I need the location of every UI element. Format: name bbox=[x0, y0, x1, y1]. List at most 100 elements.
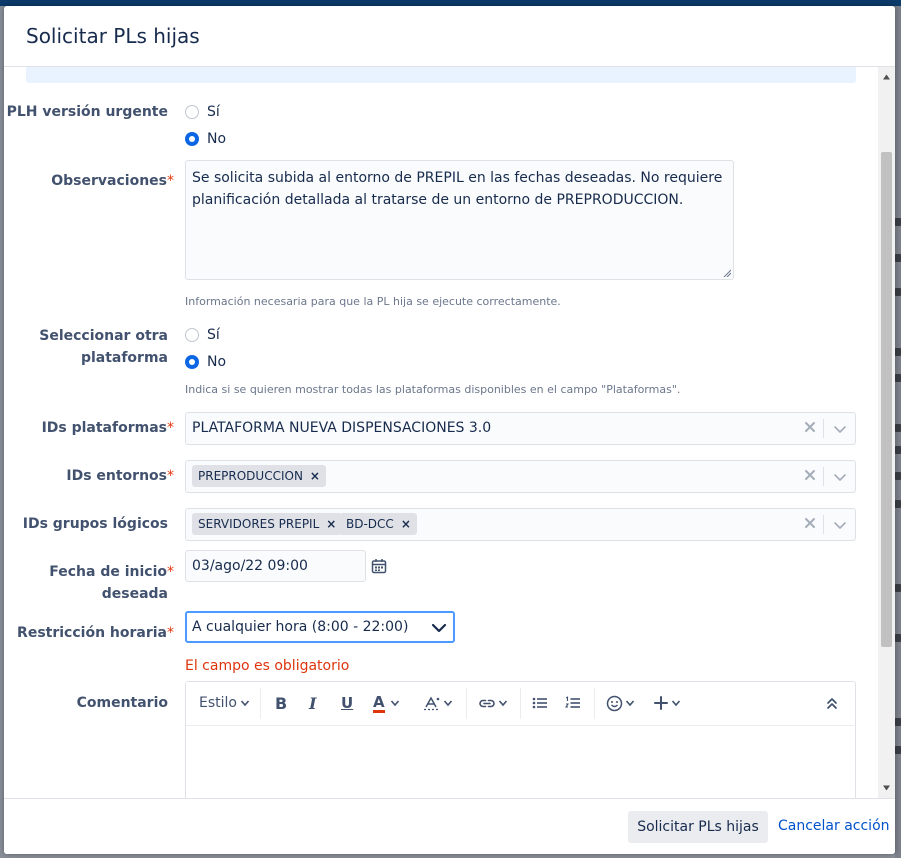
solicitar-pls-button[interactable]: Solicitar PLs hijas bbox=[628, 811, 768, 843]
urgente-label-text: PLH versión urgente bbox=[6, 104, 168, 120]
scrollbar-thumb[interactable] bbox=[881, 152, 892, 647]
background-text-fragment bbox=[895, 254, 901, 262]
chevron-down-icon[interactable] bbox=[833, 422, 847, 436]
comentario-editor[interactable]: Estilo B I U A bbox=[185, 681, 856, 798]
style-dropdown[interactable]: Estilo bbox=[199, 692, 250, 714]
otra-plataforma-option-si[interactable]: Sí bbox=[185, 325, 220, 345]
dialog-scrollbar[interactable] bbox=[878, 67, 895, 798]
collapse-toolbar-button[interactable] bbox=[826, 692, 838, 714]
remove-chip-icon[interactable]: × bbox=[310, 469, 320, 483]
observaciones-help: Información necesaria para que la PL hij… bbox=[185, 295, 561, 308]
plataformas-select[interactable]: PLATAFORMA NUEVA DISPENSACIONES 3.0 bbox=[185, 412, 856, 445]
urgente-radio-si[interactable] bbox=[185, 105, 199, 119]
required-marker: * bbox=[167, 468, 174, 484]
background-text-fragment bbox=[895, 348, 901, 356]
dialog-body[interactable]: PLH versión urgente Sí No Observaciones*… bbox=[4, 67, 895, 798]
chevron-down-icon bbox=[443, 700, 453, 707]
grupo-chip-label: SERVIDORES PREPIL bbox=[198, 517, 320, 531]
observaciones-label-text: Observaciones bbox=[51, 173, 167, 189]
entornos-select[interactable]: PREPRODUCCION × bbox=[185, 460, 856, 493]
toolbar-separator bbox=[466, 688, 467, 719]
clear-icon[interactable] bbox=[803, 468, 817, 482]
text-effects-icon bbox=[424, 696, 440, 711]
grupos-select[interactable]: SERVIDORES PREPIL × BD-DCC × bbox=[185, 508, 856, 541]
restriccion-select[interactable]: A cualquier hora (8:00 - 22:00) bbox=[185, 611, 455, 643]
restriccion-label-text: Restricción horaria bbox=[17, 625, 167, 641]
more-formatting-button[interactable] bbox=[423, 692, 453, 714]
remove-chip-icon[interactable]: × bbox=[401, 517, 411, 531]
fecha-label-line2: deseada bbox=[101, 586, 168, 602]
grupos-label: IDs grupos lógicos bbox=[4, 513, 168, 535]
bullet-list-button[interactable] bbox=[532, 692, 548, 714]
comentario-content-area[interactable] bbox=[186, 726, 854, 798]
emoji-button[interactable] bbox=[606, 692, 635, 714]
calendar-icon[interactable] bbox=[371, 558, 387, 574]
otra-plataforma-radio-no[interactable] bbox=[185, 355, 199, 369]
chevron-down-icon[interactable] bbox=[833, 470, 847, 484]
remove-chip-icon[interactable]: × bbox=[326, 517, 336, 531]
observaciones-label: Observaciones* bbox=[4, 170, 174, 192]
urgente-label: PLH versión urgente bbox=[4, 101, 168, 123]
underline-button[interactable]: U bbox=[341, 692, 353, 714]
solicitar-pls-dialog: Solicitar PLs hijas PLH versión urgente … bbox=[4, 6, 895, 854]
chevron-down-icon[interactable] bbox=[833, 518, 847, 532]
select-separator bbox=[823, 419, 824, 438]
bullet-list-icon bbox=[532, 697, 547, 709]
entornos-label: IDs entornos* bbox=[4, 465, 174, 487]
text-color-icon: A bbox=[373, 692, 385, 713]
restriccion-label: Restricción horaria* bbox=[4, 622, 174, 644]
cancelar-accion-link[interactable]: Cancelar acción bbox=[778, 818, 890, 834]
background-text-fragment bbox=[895, 288, 901, 296]
editor-toolbar: Estilo B I U A bbox=[186, 682, 854, 726]
bold-button[interactable]: B bbox=[275, 692, 287, 714]
background-text-fragment bbox=[895, 218, 901, 226]
italic-button[interactable]: I bbox=[309, 692, 316, 714]
otra-plataforma-label-line1: Seleccionar otra bbox=[39, 328, 168, 344]
plus-icon bbox=[654, 696, 668, 710]
observaciones-textarea[interactable]: Se solicita subida al entorno de PREPIL … bbox=[185, 160, 734, 280]
background-text-fragment bbox=[895, 472, 901, 480]
fecha-input[interactable]: 03/ago/22 09:00 bbox=[185, 550, 366, 582]
resize-grip-icon[interactable] bbox=[723, 269, 731, 277]
scroll-up-arrow-icon[interactable] bbox=[882, 73, 891, 81]
toolbar-separator bbox=[520, 688, 521, 719]
urgente-option-no[interactable]: No bbox=[185, 129, 226, 149]
urgente-radio-no[interactable] bbox=[185, 132, 199, 146]
text-color-button[interactable]: A bbox=[373, 692, 400, 714]
dialog-title: Solicitar PLs hijas bbox=[26, 24, 200, 48]
plataformas-value: PLATAFORMA NUEVA DISPENSACIONES 3.0 bbox=[192, 420, 492, 436]
scroll-down-arrow-icon[interactable] bbox=[882, 784, 891, 792]
otra-plataforma-option-no-label: No bbox=[207, 354, 227, 370]
otra-plataforma-label-line2: plataforma bbox=[80, 350, 168, 366]
insert-button[interactable] bbox=[653, 692, 681, 714]
comentario-label-text: Comentario bbox=[76, 695, 168, 711]
chevron-down-icon bbox=[671, 700, 681, 707]
entorno-chip: PREPRODUCCION × bbox=[192, 465, 326, 487]
otra-plataforma-help: Indica si se quieren mostrar todas las p… bbox=[185, 383, 681, 396]
required-marker: * bbox=[167, 564, 174, 580]
numbered-list-icon bbox=[565, 696, 580, 708]
background-text-fragment bbox=[895, 746, 901, 754]
link-button[interactable] bbox=[478, 692, 508, 714]
style-dropdown-label: Estilo bbox=[199, 695, 237, 711]
fecha-label-line1: Fecha de inicio bbox=[49, 564, 167, 580]
select-separator bbox=[823, 515, 824, 534]
toolbar-separator bbox=[594, 688, 595, 719]
otra-plataforma-radio-si[interactable] bbox=[185, 328, 199, 342]
select-separator bbox=[823, 467, 824, 486]
background-text-fragment bbox=[895, 424, 901, 432]
required-marker: * bbox=[167, 420, 174, 436]
chevron-down-icon[interactable] bbox=[431, 620, 447, 636]
plataformas-label: IDs plataformas* bbox=[4, 417, 174, 439]
numbered-list-button[interactable] bbox=[565, 692, 581, 714]
link-icon bbox=[479, 699, 495, 708]
chevron-down-icon bbox=[498, 700, 508, 707]
otra-plataforma-option-no[interactable]: No bbox=[185, 352, 226, 372]
clear-icon[interactable] bbox=[803, 420, 817, 434]
urgente-option-si[interactable]: Sí bbox=[185, 102, 220, 122]
otra-plataforma-option-si-label: Sí bbox=[207, 327, 220, 343]
grupo-chip-label: BD-DCC bbox=[346, 517, 394, 531]
comentario-label: Comentario bbox=[4, 692, 168, 714]
clear-icon[interactable] bbox=[803, 516, 817, 530]
required-marker: * bbox=[167, 625, 174, 641]
